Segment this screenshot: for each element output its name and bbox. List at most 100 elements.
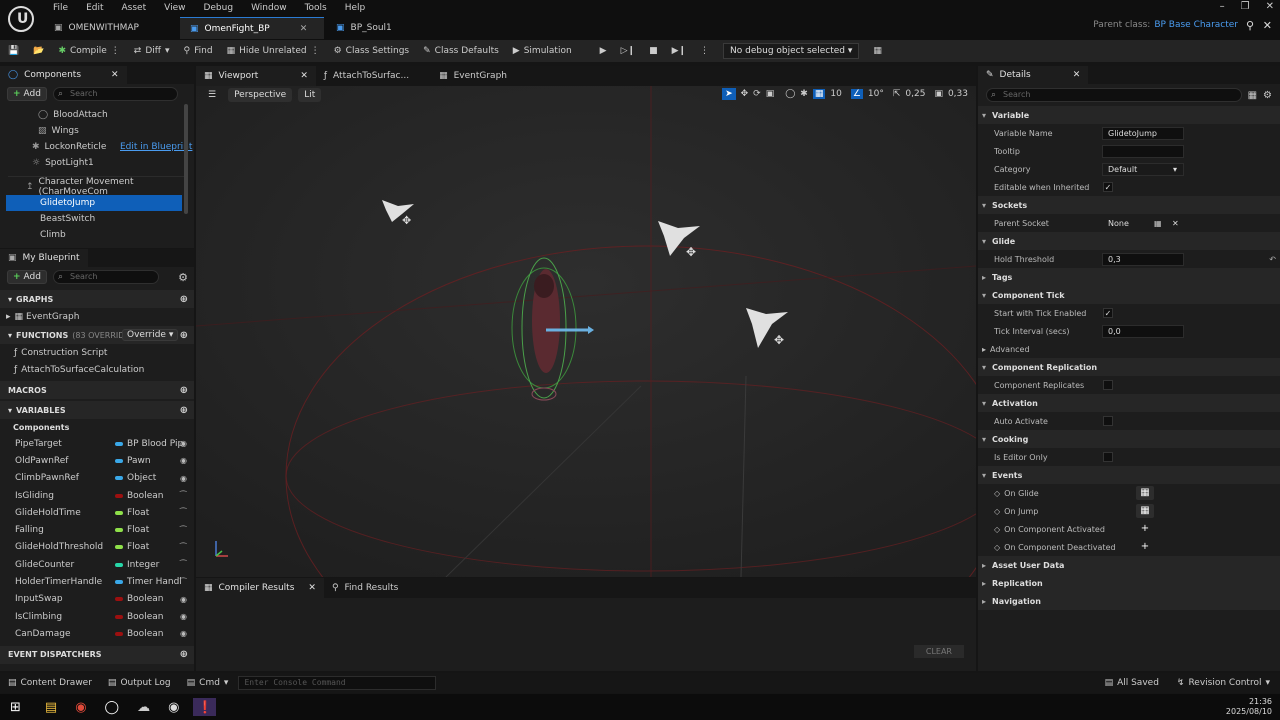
app-icon[interactable]: ☁ xyxy=(137,700,150,715)
unreal-logo-icon[interactable] xyxy=(8,6,34,32)
variable-item[interactable]: OldPawnRef Pawn ◉ xyxy=(0,452,194,469)
auto-activate-checkbox[interactable] xyxy=(1103,416,1113,426)
stop-icon[interactable]: ■ xyxy=(649,46,658,56)
variable-type[interactable]: Float xyxy=(127,508,149,518)
simulation-button[interactable]: ▶ Simulation xyxy=(513,46,572,56)
save-icon[interactable]: 💾 xyxy=(8,46,19,56)
add-icon[interactable]: ⊕ xyxy=(180,294,188,305)
variable-type[interactable]: Boolean xyxy=(127,594,163,604)
visibility-eye-icon[interactable]: ⁀ xyxy=(180,526,186,535)
visibility-eye-icon[interactable]: ◉ xyxy=(180,474,187,483)
visibility-eye-icon[interactable]: ◉ xyxy=(180,595,187,604)
reset-icon[interactable]: ↶ xyxy=(1269,255,1276,264)
variable-type[interactable]: Timer Handl xyxy=(127,577,182,587)
visibility-eye-icon[interactable]: ⁀ xyxy=(180,578,186,587)
variable-type[interactable]: Float xyxy=(127,525,149,535)
world-space-icon[interactable]: ◯ xyxy=(785,89,795,99)
variable-item[interactable]: PipeTarget BP Blood Pip ◉ xyxy=(0,435,194,452)
tab-viewport[interactable]: ▦ Viewport ✕ xyxy=(196,66,316,86)
component-item[interactable]: ↥ Character Movement (CharMoveCom xyxy=(0,177,194,197)
tab-details[interactable]: ✎ Details ✕ xyxy=(978,66,1089,84)
variable-type[interactable]: Boolean xyxy=(127,612,163,622)
find-button[interactable]: ⚲ Find xyxy=(184,46,213,56)
github-icon[interactable]: ◉ xyxy=(168,700,179,715)
editor-only-checkbox[interactable] xyxy=(1103,452,1113,462)
menu-asset[interactable]: Asset xyxy=(113,0,156,16)
select-mode-icon[interactable]: ➤ xyxy=(722,88,736,100)
macros-section[interactable]: MACROS ⊕ xyxy=(0,381,194,399)
add-event-button[interactable]: + xyxy=(1136,522,1154,536)
components-search-input[interactable]: Search xyxy=(52,87,178,101)
function-item[interactable]: ƒ AttachToSurfaceCalculation xyxy=(0,361,194,378)
gear-icon[interactable]: ⚙ xyxy=(178,271,188,284)
menu-debug[interactable]: Debug xyxy=(194,0,242,16)
menu-help[interactable]: Help xyxy=(336,0,375,16)
component-item[interactable]: ▨ Wings xyxy=(0,123,194,139)
menu-window[interactable]: Window xyxy=(242,0,296,16)
minimize-icon[interactable]: – xyxy=(1220,1,1225,12)
tab-compiler-results[interactable]: ▦ Compiler Results ✕ xyxy=(196,578,324,598)
console-command-input[interactable]: Enter Console Command xyxy=(238,676,437,690)
camera-speed-icon[interactable]: ▣ xyxy=(934,89,943,99)
step-icon[interactable]: ▷❙ xyxy=(621,46,635,56)
close-icon[interactable]: ✕ xyxy=(300,24,308,34)
visibility-eye-icon[interactable]: ⁀ xyxy=(180,543,186,552)
function-item[interactable]: ƒ Construction Script xyxy=(0,344,194,361)
surface-snap-icon[interactable]: ✱ xyxy=(800,89,808,99)
variable-type[interactable]: Integer xyxy=(127,560,159,570)
section-variable[interactable]: Variable xyxy=(978,106,1280,124)
tab-omenfight-bp[interactable]: ▣ OmenFight_BP ✕ xyxy=(180,17,324,39)
close-icon[interactable]: ✕ xyxy=(1073,70,1081,80)
revision-control-button[interactable]: ↯ Revision Control ▾ xyxy=(1177,678,1270,688)
component-item[interactable]: BeastSwitch xyxy=(0,211,194,227)
variable-item[interactable]: GlideHoldThreshold Float ⁀ xyxy=(0,539,194,556)
browse-icon[interactable]: 📂 xyxy=(33,46,44,56)
hide-unrelated-button[interactable]: ▦ Hide Unrelated ⋮ xyxy=(227,46,320,56)
parent-class-link[interactable]: BP Base Character xyxy=(1154,20,1238,30)
section-tags[interactable]: Tags xyxy=(978,268,1280,286)
component-item[interactable]: Climb xyxy=(0,227,194,243)
grid-snap-value[interactable]: 10 xyxy=(830,89,841,99)
hold-threshold-input[interactable]: 0,3 xyxy=(1102,252,1184,266)
windows-start-icon[interactable]: ⊞ xyxy=(10,700,21,715)
variables-section[interactable]: ▾ VARIABLES ⊕ xyxy=(0,401,194,419)
menu-edit[interactable]: Edit xyxy=(77,0,112,16)
goto-event-button[interactable]: ▦ xyxy=(1136,486,1154,500)
visibility-eye-icon[interactable]: ◉ xyxy=(180,612,187,621)
goto-event-button[interactable]: ▦ xyxy=(1136,504,1154,518)
variable-type[interactable]: Float xyxy=(127,542,149,552)
add-event-button[interactable]: + xyxy=(1136,540,1154,554)
perspective-button[interactable]: Perspective xyxy=(228,88,293,102)
gear-icon[interactable]: ⚙ xyxy=(1263,90,1272,101)
variable-item[interactable]: ClimbPawnRef Object ◉ xyxy=(0,470,194,487)
chrome-icon[interactable]: ◉ xyxy=(75,700,86,715)
component-item[interactable]: ☼ SpotLight1 xyxy=(0,155,194,171)
visibility-eye-icon[interactable]: ◉ xyxy=(180,629,187,638)
scale-icon[interactable]: ▣ xyxy=(766,89,775,99)
variable-item[interactable]: IsClimbing Boolean ◉ xyxy=(0,608,194,625)
close-icon[interactable]: ✕ xyxy=(300,71,308,81)
menu-tools[interactable]: Tools xyxy=(296,0,336,16)
menu-file[interactable]: File xyxy=(44,0,77,16)
variable-item[interactable]: GlideHoldTime Float ⁀ xyxy=(0,504,194,521)
translate-icon[interactable]: ✥ xyxy=(741,89,749,99)
eject-icon[interactable]: ▶❙ xyxy=(672,46,686,56)
section-component-tick[interactable]: Component Tick xyxy=(978,286,1280,304)
variable-item[interactable]: CanDamage Boolean ◉ xyxy=(0,625,194,642)
output-log-button[interactable]: ▤ Output Log xyxy=(108,678,171,688)
tab-bp-soul1[interactable]: ▣ BP_Soul1 xyxy=(326,17,402,39)
close-icon[interactable]: ✕ xyxy=(1263,19,1272,32)
visibility-eye-icon[interactable]: ◉ xyxy=(180,456,187,465)
more-icon[interactable]: ⋮ xyxy=(700,46,709,56)
variable-item[interactable]: Falling Float ⁀ xyxy=(0,521,194,538)
table-view-icon[interactable]: ▦ xyxy=(1248,90,1257,101)
debug-filter-icon[interactable]: ▦ xyxy=(873,46,882,56)
all-saved-indicator[interactable]: ▤ All Saved xyxy=(1105,678,1159,688)
browse-socket-icon[interactable]: ▦ xyxy=(1154,219,1162,228)
variable-type[interactable]: Pawn xyxy=(127,456,151,466)
unreal-engine-icon[interactable]: ◯ xyxy=(105,700,120,715)
rotation-snap-icon[interactable]: ∠ xyxy=(850,89,863,99)
scrollbar[interactable] xyxy=(184,104,188,214)
event-graph-item[interactable]: ▸ ▦ EventGraph xyxy=(0,308,194,326)
hamburger-menu-icon[interactable]: ☰ xyxy=(202,88,222,102)
